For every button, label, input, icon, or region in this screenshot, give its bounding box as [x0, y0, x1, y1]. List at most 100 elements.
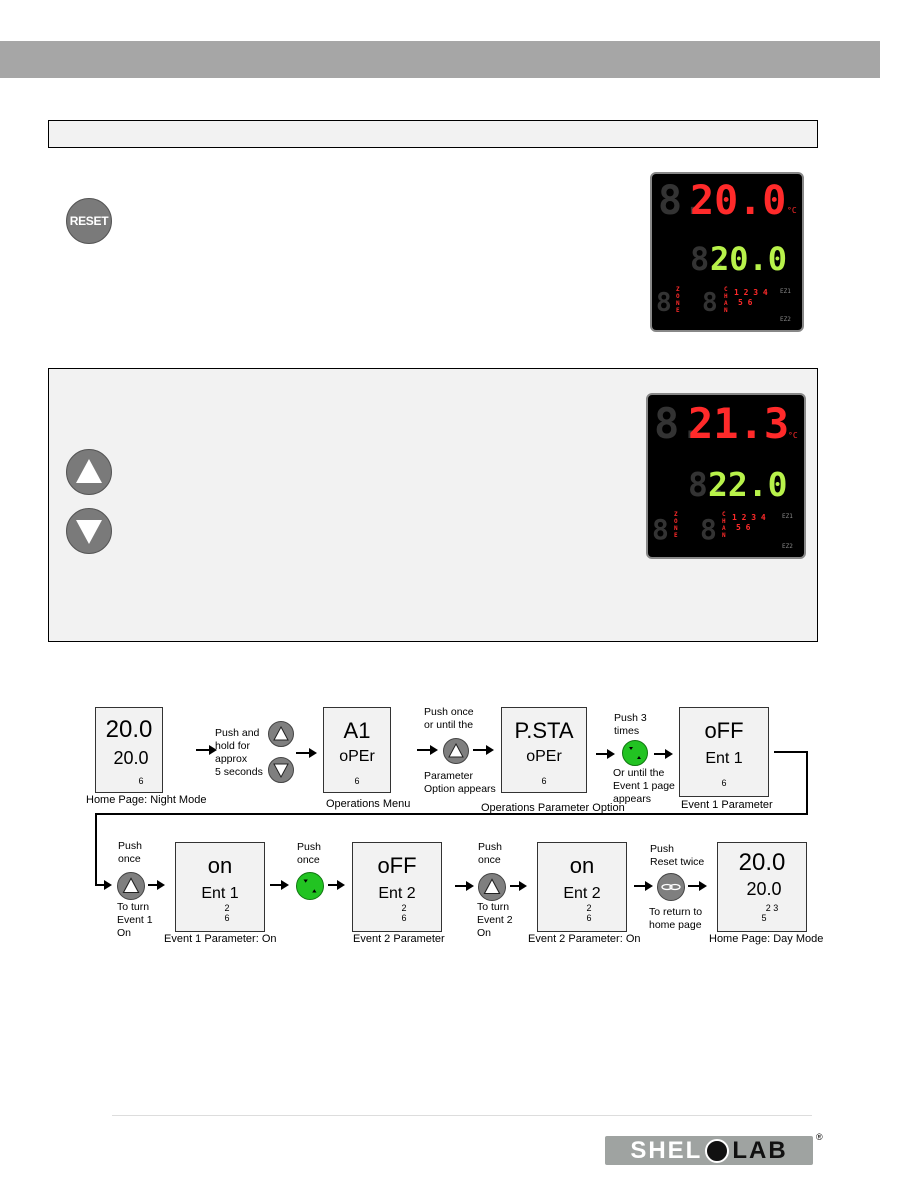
indicator-row-1: 1 2 3 4	[732, 513, 766, 522]
step3-note-bottom: Or until the Event 1 page appears	[613, 767, 675, 806]
flow-box-home-day: 20.0 20.0 2 3 5	[717, 842, 807, 932]
registered-mark: ®	[816, 1132, 823, 1142]
box-line1: on	[569, 853, 595, 878]
box-line3: 6	[541, 776, 547, 786]
box-line3: 6	[721, 778, 727, 788]
up-button-small[interactable]	[443, 738, 469, 764]
flow-arrow	[473, 745, 494, 755]
down-arrow-button[interactable]	[66, 508, 112, 554]
box-line1: on	[207, 853, 233, 878]
chan-label: CHAN	[724, 286, 728, 314]
ez1-label: EZ1	[780, 288, 791, 295]
box-line2: oPEr	[339, 748, 375, 765]
lcd-top-value: 20.0	[690, 178, 787, 224]
step7-note-bottom: To return to home page	[649, 906, 702, 932]
green-cycle-button[interactable]	[622, 740, 648, 766]
green-cycle-button[interactable]	[296, 872, 324, 900]
zone-label: ZONE	[676, 286, 680, 314]
up-arrow-icon	[483, 878, 501, 895]
flow-arrow	[296, 748, 317, 758]
note-line: Push once	[424, 706, 474, 718]
note-line: To return to	[649, 906, 703, 918]
lcd-unit: °C	[788, 431, 798, 440]
step6-note-bottom: To turn Event 2 On	[477, 901, 513, 940]
flow-box-event1: oFF Ent 1 6	[679, 707, 769, 797]
chan-digit: 8	[702, 288, 718, 318]
flow-box-home-night: 20.0 20.0 6	[95, 707, 163, 793]
cycle-icon	[629, 747, 641, 759]
connector-line	[806, 751, 808, 814]
flow-arrow	[510, 881, 527, 891]
note-line: or until the	[424, 719, 474, 731]
caption-event1-on: Event 1 Parameter: On	[164, 933, 277, 945]
flow-box-event2-on: on Ent 2 2 6	[537, 842, 627, 932]
note-line: Option appears	[424, 783, 496, 795]
box-line1: A1	[343, 718, 371, 743]
box-line1: P.STA	[514, 718, 574, 743]
note-line: Event 1 page	[613, 780, 675, 792]
step7-note-top: Push Reset twice	[650, 843, 704, 869]
caption-event1: Event 1 Parameter	[681, 799, 773, 811]
flow-arrow	[270, 880, 289, 890]
box-line3b: 6	[586, 913, 592, 923]
step4-note-bottom: To turn Event 1 On	[117, 901, 153, 940]
note-line: hold for	[215, 740, 251, 752]
note-line: 5 seconds	[215, 766, 263, 778]
box-line1: 20.0	[105, 716, 153, 743]
indicator-row-2: 5 6	[736, 523, 751, 532]
reset-button-small[interactable]	[657, 873, 685, 901]
note-line: Parameter	[424, 770, 474, 782]
box-line1: oFF	[704, 718, 744, 743]
reset-button[interactable]: RESET	[66, 198, 112, 244]
box-line3b: 6	[401, 913, 407, 923]
connector-line	[95, 813, 808, 815]
up-button-small[interactable]	[478, 873, 506, 901]
flow-arrow	[654, 749, 673, 759]
flow-arrow	[417, 745, 438, 755]
note-line: Push	[478, 841, 502, 853]
up-button-small[interactable]	[268, 721, 294, 747]
box-line2: 20.0	[746, 879, 782, 899]
down-button-small[interactable]	[268, 757, 294, 783]
ez2-label: EZ2	[782, 543, 793, 550]
note-line: home page	[649, 919, 702, 931]
up-arrow-icon	[273, 725, 289, 741]
lcd-unit: °C	[787, 206, 797, 215]
box-line3: 6	[138, 776, 144, 786]
logo-text-right: LAB	[732, 1136, 788, 1164]
up-arrow-icon	[122, 877, 140, 894]
controller-display-1: 8. 20.0 °C 8. 20.0 8 ZONE 8 CHAN 1 2 3 4…	[650, 172, 804, 332]
caption-ops-menu: Operations Menu	[326, 798, 411, 810]
chan-digit: 8	[700, 513, 717, 546]
box-line3a: 2	[586, 903, 592, 913]
note-line: On	[477, 927, 492, 939]
box-line3a: 2 3	[765, 903, 779, 913]
box-line1: oFF	[377, 853, 417, 878]
zone-digit: 8	[656, 288, 672, 318]
step2-note-bottom: Parameter Option appears	[424, 770, 496, 796]
box-line2: Ent 1	[705, 750, 743, 767]
reset-glyph-icon	[661, 883, 681, 891]
flow-arrow	[196, 745, 217, 755]
note-line: Push and	[215, 727, 260, 739]
ez2-label: EZ2	[780, 316, 791, 323]
caption-event2: Event 2 Parameter	[353, 933, 445, 945]
zone-digit: 8	[652, 513, 669, 546]
up-button-small[interactable]	[117, 872, 145, 900]
flow-box-event1-on: on Ent 1 2 6	[175, 842, 265, 932]
cycle-icon	[303, 879, 317, 893]
note-line: Event 1	[117, 914, 153, 926]
note-line: Reset twice	[650, 856, 705, 868]
connector-line	[95, 813, 97, 885]
controller-display-2: 8. 21.3 °C 8. 22.0 8 ZONE 8 CHAN 1 2 3 4…	[646, 393, 806, 559]
logo-text-left: SHEL	[630, 1136, 703, 1164]
step1-note: Push and hold for approx 5 seconds	[215, 727, 263, 779]
note-line: Push	[297, 841, 321, 853]
up-arrow-button[interactable]	[66, 449, 112, 495]
flow-arrow	[455, 881, 474, 891]
step6-note-top: Push once	[478, 841, 502, 867]
lcd-bottom-value: 20.0	[710, 240, 788, 278]
connector-line	[774, 751, 807, 753]
note-line: On	[117, 927, 132, 939]
box-line2: 20.0	[113, 748, 149, 768]
